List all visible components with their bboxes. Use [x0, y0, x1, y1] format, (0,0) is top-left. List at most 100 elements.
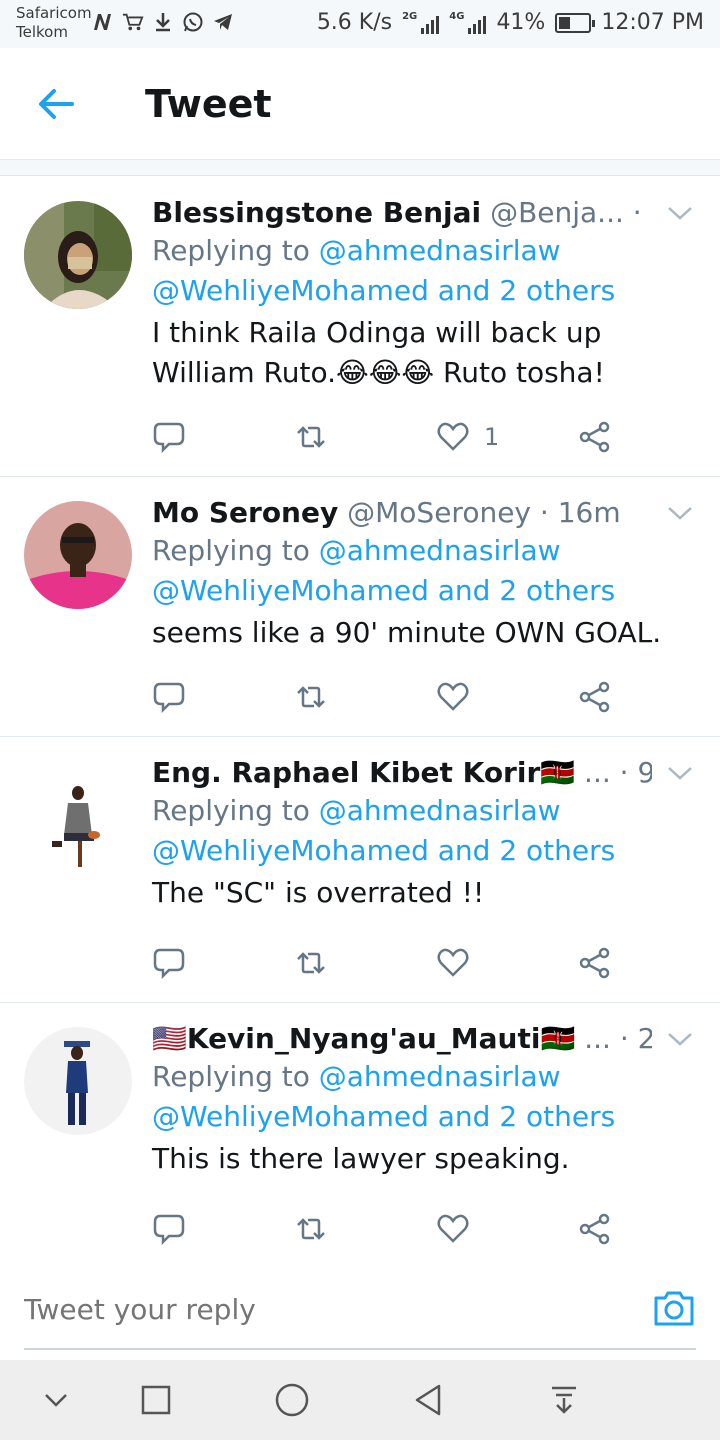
- telegram-icon: [212, 10, 234, 34]
- tweet-actions: [152, 677, 632, 717]
- chevron-down-icon[interactable]: [36, 1380, 76, 1420]
- reply-context-2: @WehliyeMohamed and 2 others: [152, 831, 696, 871]
- tweet-text-line: I think Raila Odinga will back up: [152, 316, 602, 349]
- user-handle: ...: [584, 756, 611, 789]
- reply-context-2: @WehliyeMohamed and 2 others: [152, 271, 696, 311]
- app-header: Tweet: [0, 48, 720, 160]
- tweet-item[interactable]: Blessingstone Benjai @Benja... · 9m Repl…: [0, 177, 720, 477]
- heart-icon: [437, 682, 469, 711]
- tweet-content: Mo Seroney @MoSeroney · 16m Replying to …: [152, 495, 696, 653]
- share-icon[interactable]: [578, 677, 612, 717]
- share-icon[interactable]: [578, 943, 612, 983]
- share-icon[interactable]: [578, 417, 612, 457]
- reply-input[interactable]: [24, 1284, 624, 1334]
- mention-link[interactable]: @WehliyeMohamed and 2 others: [152, 574, 615, 607]
- tweet-text: This is there lawyer speaking.: [152, 1139, 696, 1179]
- user-handle: @Benja...: [490, 196, 624, 229]
- reply-context: Replying to @ahmednasirlaw: [152, 791, 696, 831]
- mention-link[interactable]: @ahmednasirlaw: [319, 234, 561, 267]
- camera-icon[interactable]: [652, 1288, 696, 1328]
- clock: 12:07 PM: [601, 10, 704, 35]
- reply-prefix: Replying to: [152, 794, 319, 827]
- tweet-item[interactable]: Eng. Raphael Kibet Korir🇰🇪 ... · 9m Repl…: [0, 737, 720, 1003]
- tweet-time: · 9m: [632, 196, 652, 229]
- reply-context: Replying to @ahmednasirlaw: [152, 531, 696, 571]
- chevron-down-icon[interactable]: [666, 763, 694, 783]
- retweet-icon[interactable]: [294, 417, 328, 457]
- divider: [0, 160, 720, 176]
- like-button[interactable]: [436, 943, 484, 983]
- mention-link[interactable]: @ahmednasirlaw: [319, 794, 561, 827]
- reply-prefix: Replying to: [152, 1060, 319, 1093]
- reply-icon[interactable]: [152, 417, 186, 457]
- mention-link[interactable]: @ahmednasirlaw: [319, 1060, 561, 1093]
- heart-icon: [437, 948, 469, 977]
- chevron-down-icon[interactable]: [666, 503, 694, 523]
- notification-icons: [92, 10, 234, 34]
- mention-link[interactable]: @WehliyeMohamed and 2 others: [152, 834, 615, 867]
- reply-prefix: Replying to: [152, 234, 319, 267]
- tweet-header: Mo Seroney @MoSeroney · 16m: [152, 495, 652, 531]
- chevron-down-icon[interactable]: [666, 203, 694, 223]
- signal-icon-2: 4G: [449, 11, 487, 34]
- battery-icon: [555, 12, 596, 33]
- user-name[interactable]: 🇺🇸Kevin_Nyang'au_Mauti🇰🇪: [152, 1022, 575, 1055]
- tweet-text: The "SC" is overrated !!: [152, 873, 696, 913]
- retweet-icon[interactable]: [294, 677, 328, 717]
- retweet-icon[interactable]: [294, 943, 328, 983]
- reply-icon[interactable]: [152, 1209, 186, 1249]
- user-name[interactable]: Blessingstone Benjai: [152, 196, 481, 229]
- mention-link[interactable]: @ahmednasirlaw: [319, 534, 561, 567]
- tweet-item[interactable]: 🇺🇸Kevin_Nyang'au_Mauti🇰🇪 ... · 2m Replyi…: [0, 1003, 720, 1258]
- mention-link[interactable]: @WehliyeMohamed and 2 others: [152, 274, 615, 307]
- reply-icon[interactable]: [152, 677, 186, 717]
- home-circle-icon[interactable]: [272, 1380, 312, 1420]
- signal-icon: 2G: [402, 11, 440, 34]
- tweet-text: seems like a 90' minute OWN GOAL.: [152, 613, 696, 653]
- user-name[interactable]: Eng. Raphael Kibet Korir🇰🇪: [152, 756, 575, 789]
- back-arrow-icon[interactable]: [36, 84, 76, 124]
- tweet-text: I think Raila Odinga will back up Willia…: [152, 313, 696, 393]
- battery-percent: 41%: [496, 10, 546, 35]
- tweet-actions: [152, 1209, 632, 1249]
- mention-link[interactable]: @WehliyeMohamed and 2 others: [152, 1100, 615, 1133]
- share-icon[interactable]: [578, 1209, 612, 1249]
- retweet-icon[interactable]: [294, 1209, 328, 1249]
- tweet-header: Eng. Raphael Kibet Korir🇰🇪 ... · 9m: [152, 755, 652, 791]
- avatar[interactable]: [24, 1027, 132, 1135]
- tweet-item[interactable]: Mo Seroney @MoSeroney · 16m Replying to …: [0, 477, 720, 737]
- reply-context-2: @WehliyeMohamed and 2 others: [152, 571, 696, 611]
- carrier-1: Safaricom: [16, 4, 92, 22]
- reply-context: Replying to @ahmednasirlaw: [152, 231, 696, 271]
- tweet-actions: [152, 943, 632, 983]
- like-button[interactable]: 1: [436, 417, 499, 457]
- carrier-names: Safaricom Telkom: [16, 4, 92, 42]
- avatar[interactable]: [24, 761, 132, 869]
- status-bar: Safaricom Telkom 5.6 K/s 2G 4G 41% 12:07…: [0, 0, 720, 48]
- reply-context-2: @WehliyeMohamed and 2 others: [152, 1097, 696, 1137]
- chevron-down-icon[interactable]: [666, 1029, 694, 1049]
- avatar[interactable]: [24, 201, 132, 309]
- back-triangle-icon[interactable]: [408, 1380, 448, 1420]
- user-handle: ...: [584, 1022, 611, 1055]
- tweet-actions: 1: [152, 417, 632, 457]
- recents-square-icon[interactable]: [136, 1380, 176, 1420]
- divider: [24, 1348, 696, 1350]
- reply-icon[interactable]: [152, 943, 186, 983]
- like-button[interactable]: [436, 1209, 484, 1249]
- carrier-2: Telkom: [16, 23, 68, 41]
- notification-pull-icon[interactable]: [544, 1380, 584, 1420]
- heart-icon: [437, 1214, 469, 1243]
- user-name[interactable]: Mo Seroney: [152, 496, 338, 529]
- like-button[interactable]: [436, 677, 484, 717]
- tweet-text-line: This is there lawyer speaking.: [152, 1142, 570, 1175]
- avatar[interactable]: [24, 501, 132, 609]
- tweet-text-line: The "SC" is overrated !!: [152, 876, 485, 909]
- tweet-header: 🇺🇸Kevin_Nyang'au_Mauti🇰🇪 ... · 2m: [152, 1021, 652, 1057]
- tweet-content: 🇺🇸Kevin_Nyang'au_Mauti🇰🇪 ... · 2m Replyi…: [152, 1021, 696, 1179]
- heart-icon: [437, 422, 469, 451]
- whatsapp-icon: [182, 10, 204, 34]
- tweet-time: · 9m: [619, 756, 652, 789]
- reply-prefix: Replying to: [152, 534, 319, 567]
- status-right: 5.6 K/s 2G 4G 41% 12:07 PM: [317, 10, 704, 35]
